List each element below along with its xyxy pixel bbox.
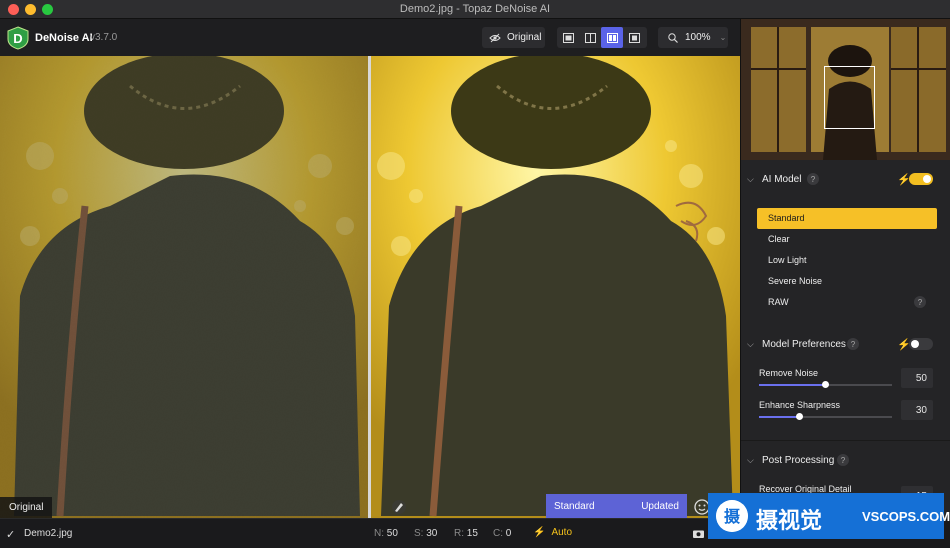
view-side-by-side-button[interactable] [601, 27, 623, 48]
ai-model-title: AI Model [762, 173, 802, 185]
minimize-window-button[interactable] [25, 4, 36, 15]
auto-mode-indicator[interactable]: ⚡ Auto [533, 527, 572, 538]
view-mode-group [557, 27, 647, 48]
stat-recover: R: 15 [454, 528, 478, 539]
ai-model-list: Standard Clear Low Light Severe Noise RA… [757, 208, 937, 313]
model-preferences-section-header[interactable]: ⌵ Model Preferences ? ⚡ [741, 334, 950, 354]
zoom-level: 100% [685, 32, 711, 43]
brush-tool-icon[interactable] [391, 499, 407, 515]
window-controls [8, 4, 53, 15]
model-preferences-title: Model Preferences [762, 338, 846, 350]
stat-color: C: 0 [493, 528, 512, 539]
ai-model-section-header[interactable]: ⌵ AI Model ? ⚡ [741, 169, 950, 189]
view-split-button[interactable] [579, 27, 601, 48]
watermark-en-text: VSCOPS.COM [862, 509, 950, 524]
settings-sidebar: ⌵ AI Model ? ⚡ Standard Clear Low Light … [740, 19, 950, 518]
chevron-down-icon: ⌵ [747, 173, 754, 184]
svg-text:摄: 摄 [724, 507, 741, 526]
app-logo-icon: D [7, 26, 29, 50]
chevron-down-icon: ⌵ [747, 454, 754, 465]
preview-image-pane [371, 56, 740, 518]
chevron-down-icon: ⌵ [747, 338, 754, 349]
section-divider [741, 440, 950, 441]
navigator-thumbnail[interactable] [741, 19, 950, 160]
remove-noise-label: Remove Noise [759, 368, 819, 378]
remove-noise-thumb[interactable] [822, 381, 829, 388]
image-canvas[interactable]: Original Standard Updated [0, 56, 740, 518]
model-option-raw[interactable]: RAW? [757, 292, 937, 313]
enhance-sharpness-value[interactable]: 30 [901, 400, 933, 420]
side-by-side-icon [606, 32, 618, 43]
process-status-card: Standard Updated [546, 494, 687, 518]
enhance-sharpness-thumb[interactable] [796, 413, 803, 420]
site-watermark: 摄 摄视觉 VSCOPS.COM [708, 493, 950, 539]
navigator-viewport-rect[interactable] [824, 66, 875, 129]
auto-label: Auto [551, 527, 573, 538]
app-name: DeNoise AI [35, 32, 93, 44]
checkmark-icon: ✓ [6, 529, 16, 541]
window-titlebar: Demo2.jpg - Topaz DeNoise AI [0, 0, 950, 19]
app-version: v3.7.0 [90, 32, 118, 43]
comparison-view-icon [628, 32, 640, 43]
model-option-standard[interactable]: Standard [757, 208, 937, 229]
post-processing-section-header[interactable]: ⌵ Post Processing ? [741, 450, 950, 470]
enhance-sharpness-track[interactable] [759, 413, 892, 420]
help-icon[interactable]: ? [914, 296, 926, 308]
view-single-button[interactable] [557, 27, 579, 48]
view-quad-button[interactable] [623, 27, 645, 48]
enhance-sharpness-slider[interactable]: Enhance Sharpness 30 [759, 400, 935, 424]
close-window-button[interactable] [8, 4, 19, 15]
original-label: Original [0, 497, 53, 518]
original-photo [0, 56, 368, 518]
show-original-label: Original [507, 32, 542, 43]
original-image-pane: Original [0, 56, 368, 518]
watermark-logo-icon: 摄 [716, 500, 748, 532]
remove-noise-value[interactable]: 50 [901, 368, 933, 388]
maximize-window-button[interactable] [42, 4, 53, 15]
single-view-icon [562, 32, 574, 43]
post-processing-title: Post Processing [762, 454, 835, 466]
model-option-severe-noise[interactable]: Severe Noise [757, 271, 937, 292]
split-view-icon [584, 32, 596, 43]
watermark-cn-text: 摄视觉 [756, 509, 823, 534]
status-state: Updated [641, 500, 679, 512]
denoised-photo [371, 56, 740, 518]
eye-off-icon [489, 33, 501, 42]
window-title: Demo2.jpg - Topaz DeNoise AI [399, 3, 551, 15]
remove-noise-track[interactable] [759, 381, 892, 388]
help-icon[interactable]: ? [847, 338, 859, 350]
chevron-down-icon: ⌄ [719, 33, 727, 42]
model-option-clear[interactable]: Clear [757, 229, 937, 250]
zoom-dropdown[interactable]: 100% ⌄ [658, 27, 728, 48]
svg-text:D: D [13, 31, 22, 46]
help-icon[interactable]: ? [837, 454, 849, 466]
ai-model-auto-toggle[interactable] [909, 173, 933, 185]
remove-noise-slider[interactable]: Remove Noise 50 [759, 368, 935, 392]
camera-icon[interactable] [693, 529, 704, 538]
stat-noise: N: 50 [374, 528, 398, 539]
help-icon[interactable]: ? [807, 173, 819, 185]
lightning-icon: ⚡ [533, 527, 546, 538]
file-name[interactable]: Demo2.jpg [24, 528, 72, 539]
stat-sharpness: S: 30 [414, 528, 438, 539]
top-toolbar: D DeNoise AI v3.7.0 Original 100% ⌄ [0, 19, 740, 56]
enhance-sharpness-label: Enhance Sharpness [759, 400, 841, 410]
zoom-icon [668, 32, 678, 43]
status-model-name: Standard [554, 500, 595, 512]
model-option-low-light[interactable]: Low Light [757, 250, 937, 271]
model-preferences-toggle[interactable] [909, 338, 933, 350]
show-original-button[interactable]: Original [482, 27, 545, 48]
